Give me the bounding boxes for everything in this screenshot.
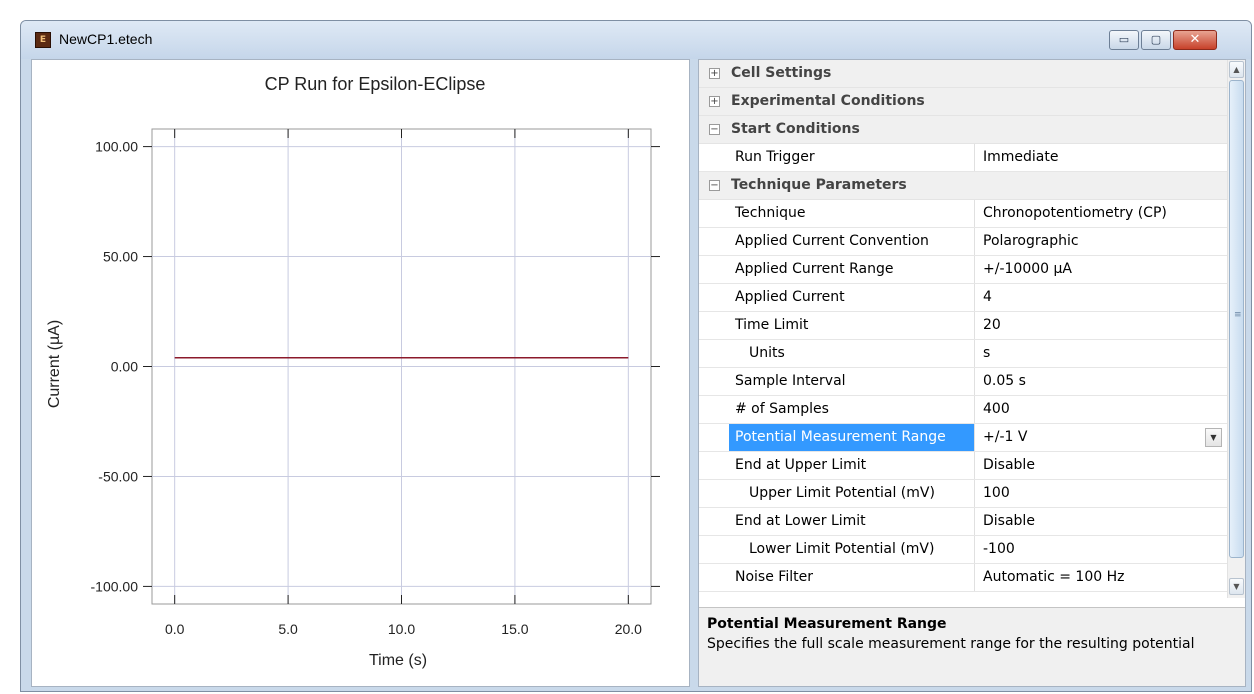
chart-canvas: CP Run for Epsilon-EClipse Current (µA) … [46, 74, 660, 669]
y-axis-label: Current (µA) [46, 320, 63, 408]
property-value[interactable]: Disable [983, 508, 1223, 535]
dropdown-arrow-icon[interactable]: ▼ [1205, 428, 1222, 447]
description-title: Potential Measurement Range [707, 616, 947, 632]
collapse-icon[interactable]: − [709, 180, 720, 191]
property-value[interactable]: 4 [983, 284, 1223, 311]
x-axis-label: Time (s) [369, 652, 427, 669]
property-name: # of Samples [729, 396, 975, 423]
property-row-time-limit[interactable]: Time Limit 20 [699, 312, 1227, 340]
property-name: End at Upper Limit [729, 452, 975, 479]
property-row-technique[interactable]: Technique Chronopotentiometry (CP) [699, 200, 1227, 228]
x-tick-label: 10.0 [388, 621, 415, 637]
property-grid: + Cell Settings + Experimental Condition… [699, 60, 1227, 598]
chart-title: CP Run for Epsilon-EClipse [265, 74, 486, 94]
property-value[interactable]: +/-1 V [983, 424, 1223, 451]
app-icon: E [35, 32, 51, 48]
property-name: Technique [729, 200, 975, 227]
property-value[interactable]: +/-10000 µA [983, 256, 1223, 283]
close-icon: ✕ [1189, 32, 1201, 47]
app-window: E NewCP1.etech ▭ ▢ ✕ CP Run for Epsilon-… [20, 20, 1252, 692]
property-value[interactable]: Chronopotentiometry (CP) [983, 200, 1223, 227]
property-value[interactable]: Immediate [983, 144, 1223, 171]
scroll-thumb[interactable]: ≡ [1229, 80, 1244, 558]
property-row-units[interactable]: Units s [699, 340, 1227, 368]
description-panel: Potential Measurement Range Specifies th… [699, 607, 1245, 686]
maximize-button[interactable]: ▢ [1141, 30, 1171, 50]
property-row-run-trigger[interactable]: Run Trigger Immediate [699, 144, 1227, 172]
property-name: Noise Filter [729, 564, 975, 591]
property-row-end-at-upper-limit[interactable]: End at Upper Limit Disable [699, 452, 1227, 480]
arrow-up-icon: ▲ [1233, 65, 1240, 74]
grip-icon: ≡ [1234, 310, 1242, 320]
property-name: End at Lower Limit [729, 508, 975, 535]
property-row-sample-interval[interactable]: Sample Interval 0.05 s [699, 368, 1227, 396]
expand-icon[interactable]: + [709, 68, 720, 79]
arrow-down-icon: ▼ [1233, 582, 1240, 591]
collapse-icon[interactable]: − [709, 124, 720, 135]
property-value[interactable]: 400 [983, 396, 1223, 423]
property-row-end-at-lower-limit[interactable]: End at Lower Limit Disable [699, 508, 1227, 536]
property-name: Run Trigger [729, 144, 975, 171]
property-row-applied-current-convention[interactable]: Applied Current Convention Polarographic [699, 228, 1227, 256]
property-name: Time Limit [729, 312, 975, 339]
category-start-conditions[interactable]: − Start Conditions [699, 116, 1227, 144]
property-row-potential-measurement-range[interactable]: Potential Measurement Range +/-1 V ▼ [699, 424, 1227, 452]
minimize-icon: ▭ [1118, 33, 1130, 46]
x-tick-label: 20.0 [615, 621, 642, 637]
property-row-lower-limit-potential[interactable]: Lower Limit Potential (mV) -100 [699, 536, 1227, 564]
x-tick-label: 5.0 [278, 621, 298, 637]
property-name-selected: Potential Measurement Range [729, 424, 975, 451]
expand-icon[interactable]: + [709, 96, 720, 107]
property-value[interactable]: -100 [983, 536, 1223, 563]
description-text: Specifies the full scale measurement ran… [707, 636, 1195, 652]
property-row-applied-current[interactable]: Applied Current 4 [699, 284, 1227, 312]
x-tick-label: 0.0 [165, 621, 185, 637]
property-grid-scrollbar[interactable]: ▲ ≡ ▼ [1227, 60, 1245, 598]
property-value[interactable]: Disable [983, 452, 1223, 479]
category-label: Start Conditions [731, 121, 860, 137]
property-value[interactable]: s [983, 340, 1223, 367]
y-tick-label: 100.00 [95, 139, 138, 155]
property-grid-panel: + Cell Settings + Experimental Condition… [698, 59, 1246, 687]
property-name: Units [729, 340, 975, 367]
x-tick-label: 15.0 [501, 621, 528, 637]
category-cell-settings[interactable]: + Cell Settings [699, 60, 1227, 88]
category-label: Cell Settings [731, 65, 832, 81]
scroll-up-button[interactable]: ▲ [1229, 61, 1244, 78]
property-value[interactable]: Polarographic [983, 228, 1223, 255]
property-row-number-of-samples[interactable]: # of Samples 400 [699, 396, 1227, 424]
property-name: Applied Current [729, 284, 975, 311]
category-label: Experimental Conditions [731, 93, 925, 109]
property-row-upper-limit-potential[interactable]: Upper Limit Potential (mV) 100 [699, 480, 1227, 508]
title-bar[interactable]: E NewCP1.etech ▭ ▢ ✕ [21, 21, 1251, 59]
chart-pane: CP Run for Epsilon-EClipse Current (µA) … [31, 59, 690, 687]
property-row-applied-current-range[interactable]: Applied Current Range +/-10000 µA [699, 256, 1227, 284]
y-tick-label: 0.00 [111, 359, 138, 375]
y-tick-label: -100.00 [91, 578, 139, 594]
property-value[interactable]: 0.05 s [983, 368, 1223, 395]
property-name: Applied Current Range [729, 256, 975, 283]
category-experimental-conditions[interactable]: + Experimental Conditions [699, 88, 1227, 116]
property-name: Sample Interval [729, 368, 975, 395]
property-value[interactable]: Automatic = 100 Hz [983, 564, 1223, 591]
property-value[interactable]: 20 [983, 312, 1223, 339]
window-title: NewCP1.etech [59, 31, 153, 47]
property-name: Applied Current Convention [729, 228, 975, 255]
property-value[interactable]: 100 [983, 480, 1223, 507]
property-name: Lower Limit Potential (mV) [729, 536, 975, 563]
category-label: Technique Parameters [731, 177, 907, 193]
minimize-button[interactable]: ▭ [1109, 30, 1139, 50]
category-technique-parameters[interactable]: − Technique Parameters [699, 172, 1227, 200]
property-row-noise-filter[interactable]: Noise Filter Automatic = 100 Hz [699, 564, 1227, 592]
y-tick-label: 50.00 [103, 249, 138, 265]
scroll-down-button[interactable]: ▼ [1229, 578, 1244, 595]
maximize-icon: ▢ [1150, 33, 1162, 46]
y-tick-label: -50.00 [98, 468, 138, 484]
property-name: Upper Limit Potential (mV) [729, 480, 975, 507]
close-button[interactable]: ✕ [1173, 30, 1217, 50]
